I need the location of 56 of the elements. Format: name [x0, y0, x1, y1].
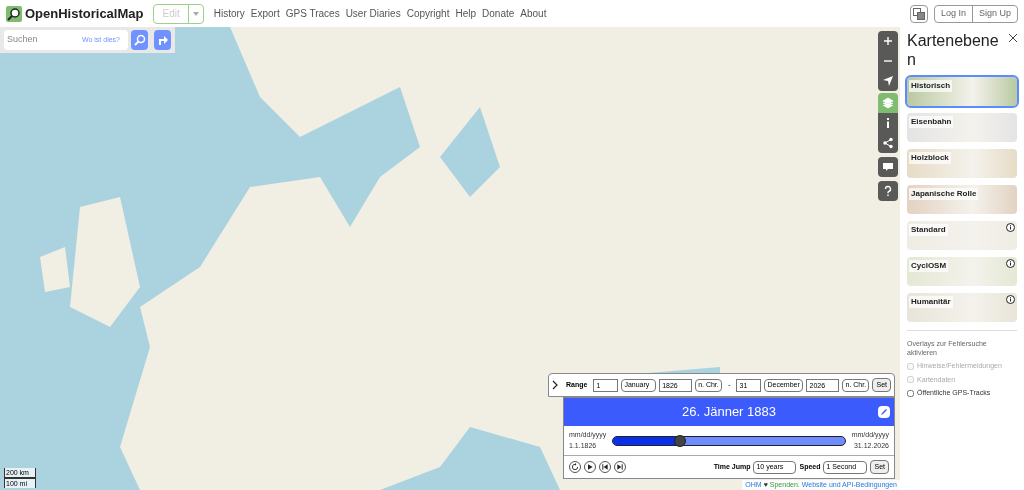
layer-label: Japanische Rolle	[909, 188, 979, 200]
nav-link[interactable]: User Diaries	[345, 6, 401, 21]
info-icon[interactable]	[1006, 259, 1015, 268]
search-button[interactable]	[131, 30, 149, 50]
layer-option[interactable]: Eisenbahn	[907, 113, 1017, 142]
nav-link[interactable]: Copyright	[406, 6, 450, 21]
share-icon[interactable]	[878, 133, 898, 153]
plus-icon	[882, 35, 894, 47]
layer-option[interactable]: CyclOSM	[907, 257, 1017, 286]
translate-icon[interactable]	[909, 4, 928, 23]
info-icon[interactable]	[1006, 295, 1015, 304]
skip-forward-icon	[616, 463, 624, 471]
layer-label: Holzblock	[909, 152, 951, 164]
close-icon[interactable]	[1009, 34, 1017, 42]
nav-link[interactable]: Donate	[482, 6, 515, 21]
nav-link[interactable]: About	[520, 6, 547, 21]
nav-link[interactable]: Help	[455, 6, 477, 21]
nav-link[interactable]: Export	[250, 6, 280, 21]
current-date: 26. Jänner 1883	[682, 403, 776, 422]
layer-option[interactable]: Holzblock	[907, 149, 1017, 178]
play-icon	[586, 463, 594, 471]
login-button[interactable]: Log In	[934, 5, 973, 22]
overlay-checkbox[interactable]	[907, 389, 914, 397]
reset-button[interactable]	[569, 461, 581, 473]
logo-icon	[6, 5, 22, 22]
panel-title: Kartenebenen	[907, 31, 1000, 69]
layer-label: Historisch	[909, 80, 953, 92]
chevron-icon[interactable]	[552, 380, 558, 390]
info-icon[interactable]	[1006, 223, 1015, 232]
slider-thumb[interactable]	[674, 434, 687, 447]
pencil-icon	[880, 408, 888, 416]
skip-back-button[interactable]	[599, 461, 611, 473]
site-logo[interactable]: OpenHistoricalMap	[25, 3, 144, 24]
layer-label: Humanitär	[909, 296, 953, 308]
layer-option[interactable]: Japanische Rolle	[907, 185, 1017, 214]
layer-option[interactable]: Historisch	[907, 77, 1017, 106]
comment-icon[interactable]	[878, 157, 898, 177]
layer-option[interactable]: Humanitär	[907, 293, 1017, 322]
zoom-in-button[interactable]	[878, 31, 898, 51]
layer-option[interactable]: Standard	[907, 221, 1017, 250]
directions-button[interactable]	[154, 30, 171, 50]
edit-date-button[interactable]	[878, 406, 890, 418]
reset-icon	[571, 463, 579, 471]
help-button[interactable]	[878, 181, 898, 201]
layer-label: Standard	[909, 224, 948, 236]
info-icon[interactable]	[878, 113, 898, 133]
nav-link[interactable]: GPS Traces	[285, 6, 340, 21]
nav-link[interactable]: History	[213, 6, 245, 21]
skip-back-icon	[601, 463, 609, 471]
question-mark-icon	[882, 185, 894, 197]
slider-track[interactable]	[612, 435, 846, 446]
layer-label: CyclOSM	[909, 260, 949, 272]
skip-forward-button[interactable]	[614, 461, 626, 473]
directions-icon	[156, 34, 169, 46]
layer-label: Eisenbahn	[909, 116, 954, 128]
signup-button[interactable]: Sign Up	[972, 5, 1017, 22]
